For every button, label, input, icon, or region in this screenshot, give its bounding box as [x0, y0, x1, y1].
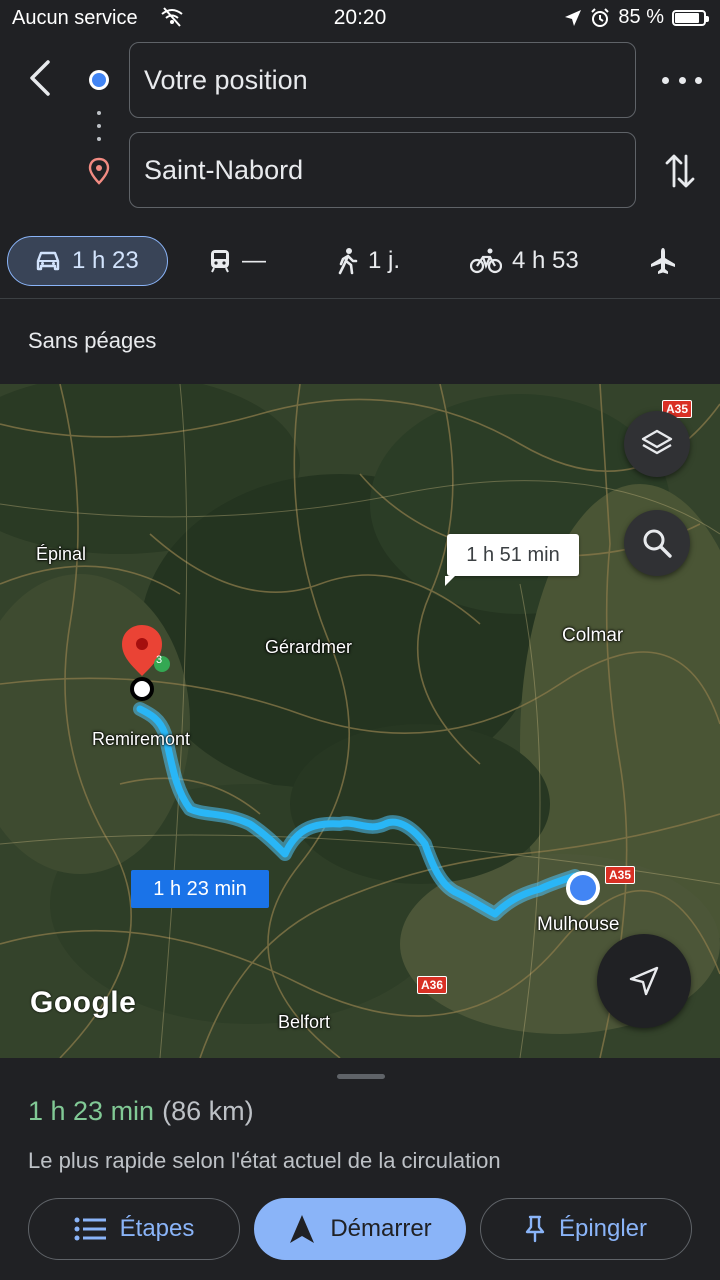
route-duration: 1 h 23 min	[28, 1096, 155, 1126]
mode-bike-label: 4 h 53	[512, 247, 579, 274]
search-icon	[643, 529, 672, 558]
train-icon	[211, 250, 229, 273]
map-label-gerardmer: Gérardmer	[265, 637, 353, 657]
bike-icon	[470, 248, 502, 274]
swap-directions-icon[interactable]	[662, 150, 698, 192]
map-label-epinal: Épinal	[36, 544, 87, 564]
battery-percent: 85 %	[618, 6, 664, 28]
list-icon	[74, 1217, 106, 1241]
mode-flight[interactable]	[648, 236, 678, 286]
modes-divider	[0, 298, 720, 299]
origin-text: Votre position	[144, 64, 308, 95]
route-summary: 1 h 23 min (86 km)	[28, 1096, 254, 1127]
status-bar: Aucun service 20:20 85 %	[0, 0, 720, 38]
primary-route-label[interactable]: 1 h 23 min	[131, 870, 269, 908]
recenter-button[interactable]	[597, 934, 691, 1028]
start-button[interactable]: Démarrer	[254, 1198, 466, 1260]
navigation-arrow-icon	[629, 966, 659, 996]
start-label: Démarrer	[330, 1215, 432, 1242]
layers-button[interactable]	[624, 411, 690, 477]
navigation-start-icon	[290, 1215, 315, 1243]
destination-text: Saint-Nabord	[144, 154, 304, 185]
origin-field[interactable]: Votre position	[129, 42, 636, 118]
location-arrow-icon	[565, 9, 582, 26]
steps-button[interactable]: Étapes	[28, 1198, 240, 1260]
map-label-remiremont: Remiremont	[92, 729, 191, 749]
status-right: 85 %	[564, 6, 709, 29]
search-map-button[interactable]	[624, 510, 690, 576]
travel-modes: 1 h 23 — 1 j. 4 h 53	[0, 236, 720, 288]
alt-route-label[interactable]: 1 h 51 min	[445, 534, 579, 586]
map-label-belfort: Belfort	[278, 1012, 331, 1032]
battery-level	[675, 12, 699, 23]
pin-icon	[525, 1215, 545, 1243]
route-summary-sheet: 1 h 23 min (86 km) Le plus rapide selon l…	[0, 1058, 720, 1280]
mode-transit[interactable]: —	[208, 236, 266, 286]
plane-icon	[651, 248, 675, 274]
google-logo: Google	[30, 986, 137, 1019]
back-arrow-icon[interactable]	[22, 58, 58, 98]
pin-button[interactable]: Épingler	[480, 1198, 692, 1260]
car-icon	[36, 251, 60, 271]
steps-label: Étapes	[119, 1215, 195, 1242]
avoid-tolls-option[interactable]: Sans péages	[28, 328, 156, 354]
destination-field[interactable]: Saint-Nabord	[129, 132, 636, 208]
mode-car[interactable]: 1 h 23	[7, 236, 168, 286]
route-distance: (86 km)	[162, 1096, 254, 1126]
road-shield-a36: A36	[417, 976, 448, 994]
layers-icon	[641, 429, 673, 455]
destination-pin-icon	[88, 157, 110, 185]
walk-icon	[338, 248, 358, 275]
route-connector-dots	[96, 111, 102, 141]
mode-bike[interactable]: 4 h 53	[470, 236, 579, 286]
mode-transit-label: —	[242, 247, 266, 274]
map-label-mulhouse: Mulhouse	[537, 914, 620, 935]
origin-dot-icon	[89, 70, 109, 90]
pin-label: Épingler	[558, 1215, 648, 1242]
route-description: Le plus rapide selon l'état actuel de la…	[28, 1148, 501, 1173]
road-shield-a35-south: A35	[605, 866, 636, 884]
mode-car-label: 1 h 23	[72, 247, 139, 274]
sheet-drag-handle[interactable]	[337, 1074, 385, 1079]
mode-walk-label: 1 j.	[368, 247, 401, 274]
pin-badge: 3	[156, 654, 163, 666]
map-view[interactable]: Épinal Gérardmer Colmar Remiremont Mulho…	[0, 384, 720, 1058]
map-label-colmar: Colmar	[562, 625, 624, 646]
battery-icon	[672, 9, 709, 26]
mode-walk[interactable]: 1 j.	[336, 236, 400, 286]
more-options-icon[interactable]	[662, 70, 702, 90]
alarm-icon	[591, 7, 610, 27]
